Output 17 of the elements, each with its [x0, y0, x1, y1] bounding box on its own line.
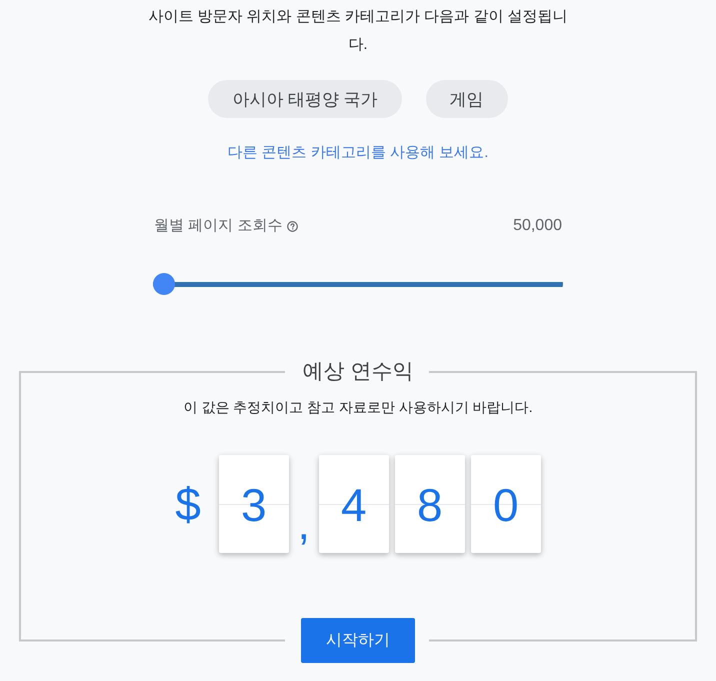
filter-chip[interactable]: 게임 [426, 80, 508, 118]
disclaimer-text: 이 값은 추정치이고 참고 자료로만 사용하시기 바랍니다. [183, 398, 533, 417]
slider-label: 월별 페이지 조회수 [154, 216, 282, 236]
digit-card: 3 [218, 455, 289, 553]
digit-card: 8 [394, 455, 465, 553]
slider-value: 50,000 [513, 216, 562, 236]
category-link[interactable]: 다른 콘텐츠 카테고리를 사용해 보세요. [228, 142, 488, 164]
intro-text: 사이트 방문자 위치와 콘텐츠 카테고리가 다음과 같이 설정됩니다. [147, 7, 569, 55]
start-button[interactable]: 시작하기 [301, 618, 415, 663]
help-icon[interactable] [287, 220, 298, 232]
digit-card: 4 [318, 455, 389, 553]
digit-card: 0 [470, 455, 541, 553]
slider-thumb[interactable] [153, 273, 175, 295]
section-title: 예상 연수익 [302, 359, 414, 385]
filter-chip[interactable]: 아시아 태평양 국가 [208, 80, 402, 118]
thousands-separator: , [296, 503, 311, 547]
currency-symbol: $ [175, 477, 201, 532]
